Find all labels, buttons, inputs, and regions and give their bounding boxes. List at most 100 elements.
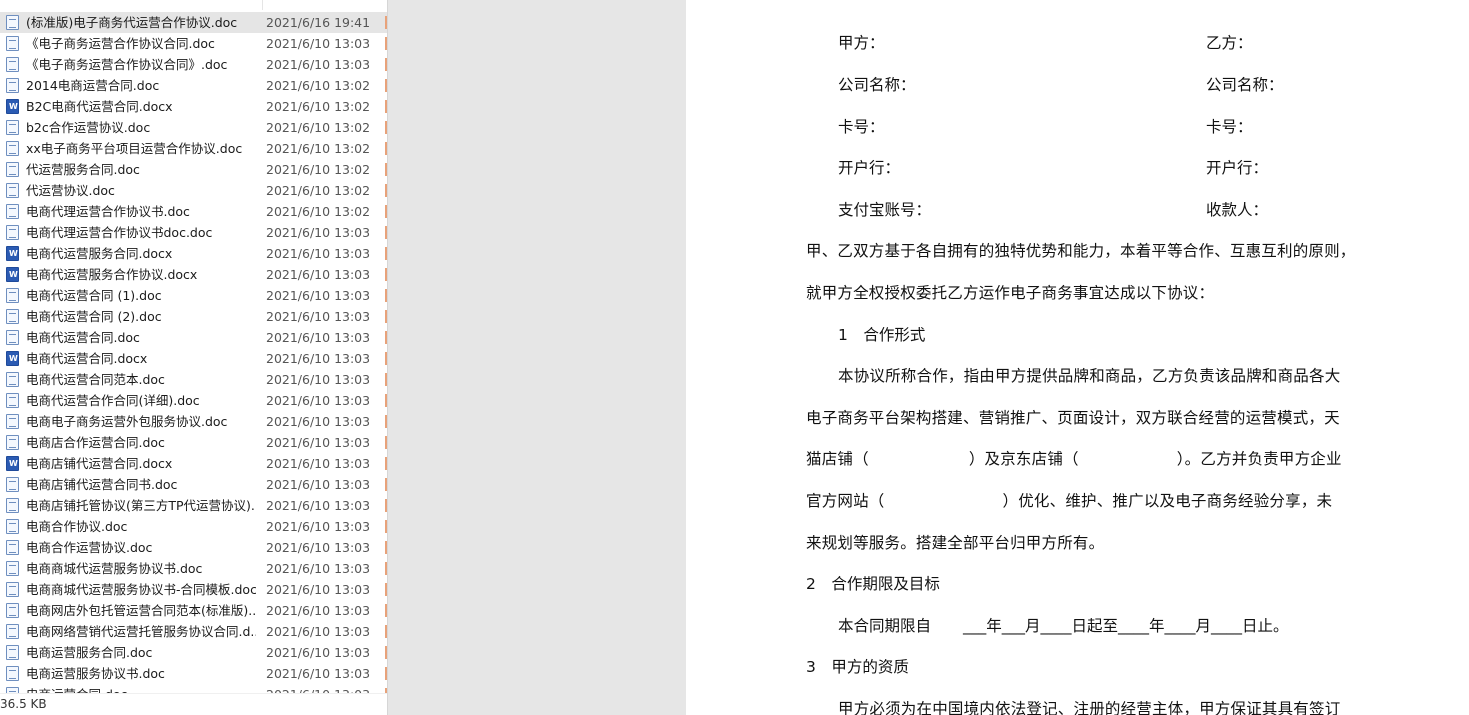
section-2-line-1: 本合同期限自 ___年___月____日起至____年____月____日止。 [838,616,1289,636]
file-name: 电商代运营合同 (2).doc [26,309,162,324]
file-row[interactable]: (标准版)电子商务代运营合作协议.doc 2021/6/16 19:41 [0,12,387,33]
file-modified-date: 2021/6/10 13:03 [266,57,371,72]
file-modified-date: 2021/6/10 13:03 [266,246,371,261]
file-modified-date: 2021/6/10 13:03 [266,456,371,471]
file-name: 电商运营服务合同.doc [26,645,153,660]
file-row[interactable]: 电商网店外包托管运营合同范本(标准版).... 2021/6/10 13:03 [0,600,387,621]
file-list-pane: (标准版)电子商务代运营合作协议.doc 2021/6/16 19:41 《电子商务… [0,0,387,715]
file-modified-date: 2021/6/10 13:03 [266,624,371,639]
file-row[interactable]: 电商运营合同.doc 2021/6/10 13:03 [0,684,387,693]
file-row[interactable]: 电商代运营服务合作协议.docx 2021/6/10 13:03 [0,264,387,285]
file-row[interactable]: 电商代运营合同.docx 2021/6/10 13:03 [0,348,387,369]
file-name: 电商店合作运营合同.doc [26,435,165,450]
file-row[interactable]: 电商商城代运营服务协议书.doc 2021/6/10 13:03 [0,558,387,579]
file-row[interactable]: 电商网络营销代运营托管服务协议合同.d... 2021/6/10 13:03 [0,621,387,642]
section-2-title: 2 合作期限及目标 [806,575,940,593]
file-name: 代运营服务合同.doc [26,162,140,177]
file-row[interactable]: 电商代运营合同 (2).doc 2021/6/10 13:03 [0,306,387,327]
alipay-label: 支付宝账号： [838,201,932,219]
file-name: 电商合作运营协议.doc [26,540,153,555]
file-row[interactable]: 电商电子商务运营外包服务协议.doc 2021/6/10 13:03 [0,411,387,432]
file-row[interactable]: 代运营协议.doc 2021/6/10 13:02 [0,180,387,201]
file-name: 2014电商运营合同.doc [26,78,160,93]
file-name: (标准版)电子商务代运营合作协议.doc [26,15,238,30]
intro-line-1: 甲、乙双方基于各自拥有的独特优势和能力，本着平等合作、互惠互利的原则， [806,242,1356,260]
file-modified-date: 2021/6/10 13:02 [266,141,371,156]
file-name: 电商代运营合同范本.doc [26,372,165,387]
file-row[interactable]: 电商合作运营协议.doc 2021/6/10 13:03 [0,537,387,558]
file-modified-date: 2021/6/10 13:03 [266,414,371,429]
word-doc-icon [6,624,19,639]
file-row[interactable]: 电商合作协议.doc 2021/6/10 13:03 [0,516,387,537]
payee-label: 收款人： [1206,201,1269,219]
file-modified-date: 2021/6/10 13:03 [266,36,371,51]
word-docx-icon [6,351,19,366]
file-list: (标准版)电子商务代运营合作协议.doc 2021/6/16 19:41 《电子商务… [0,12,387,693]
file-row[interactable]: 电商商城代运营服务协议书-合同模板.doc 2021/6/10 13:03 [0,579,387,600]
file-modified-date: 2021/6/10 13:03 [266,498,371,513]
file-name: 电商代运营合同 (1).doc [26,288,162,303]
file-modified-date: 2021/6/10 13:03 [266,267,371,282]
file-name: 电商网络营销代运营托管服务协议合同.d... [26,624,256,639]
file-row[interactable]: 电商代运营服务合同.docx 2021/6/10 13:03 [0,243,387,264]
file-row[interactable]: b2c合作运营协议.doc 2021/6/10 13:02 [0,117,387,138]
file-row[interactable]: 电商店合作运营合同.doc 2021/6/10 13:03 [0,432,387,453]
word-doc-icon [6,330,19,345]
file-name: B2C电商代运营合同.docx [26,99,173,114]
file-row[interactable]: 电商店铺代运营合同.docx 2021/6/10 13:03 [0,453,387,474]
preview-pane-background [387,0,686,715]
file-row[interactable]: 《电子商务运营合作协议合同.doc 2021/6/10 13:03 [0,33,387,54]
file-row[interactable]: 电商代运营合同范本.doc 2021/6/10 13:03 [0,369,387,390]
file-row[interactable]: 电商代理运营合作协议书.doc 2021/6/10 13:02 [0,201,387,222]
file-row[interactable]: xx电子商务平台项目运营合作协议.doc 2021/6/10 13:02 [0,138,387,159]
list-header-divider [0,0,387,12]
file-row[interactable]: 电商运营服务协议书.doc 2021/6/10 13:03 [0,663,387,684]
file-name: 代运营协议.doc [26,183,115,198]
section-1-line-3: 猫店铺（ ）及京东店铺（ ）。乙方并负责甲方企业 [806,449,1342,469]
file-row[interactable]: 电商店铺代运营合同书.doc 2021/6/10 13:03 [0,474,387,495]
word-doc-icon [6,498,19,513]
word-doc-icon [6,582,19,597]
file-row[interactable]: 代运营服务合同.doc 2021/6/10 13:02 [0,159,387,180]
word-doc-icon [6,15,19,30]
word-doc-icon [6,435,19,450]
file-modified-date: 2021/6/10 13:03 [266,435,371,450]
word-docx-icon [6,246,19,261]
file-name: 电商代理运营合作协议书doc.doc [26,225,213,240]
file-modified-date: 2021/6/10 13:02 [266,78,371,93]
file-row[interactable]: 电商代运营合作合同(详细).doc 2021/6/10 13:03 [0,390,387,411]
file-row[interactable]: 电商代理运营合作协议书doc.doc 2021/6/10 13:03 [0,222,387,243]
file-row[interactable]: 电商运营服务合同.doc 2021/6/10 13:03 [0,642,387,663]
document-preview-page[interactable]: 甲方： 乙方： 公司名称： 公司名称： 卡号： 卡号： 开户行： 开户行： 支付… [686,0,1469,715]
official-site-text: ）。乙方并负责甲方企业 [1176,450,1342,468]
file-row[interactable]: 电商代运营合同.doc 2021/6/10 13:03 [0,327,387,348]
company-a-label: 公司名称： [838,76,916,94]
word-doc-icon [6,57,19,72]
file-name: xx电子商务平台项目运营合作协议.doc [26,141,243,156]
word-doc-icon [6,78,19,93]
status-file-size: 36.5 KB [0,697,47,711]
file-name: 电商代运营合作合同(详细).doc [26,393,200,408]
file-modified-date: 2021/6/16 19:41 [266,15,371,30]
file-modified-date: 2021/6/10 13:03 [266,393,371,408]
file-row[interactable]: 2014电商运营合同.doc 2021/6/10 13:02 [0,75,387,96]
file-row[interactable]: B2C电商代运营合同.docx 2021/6/10 13:02 [0,96,387,117]
word-doc-icon [6,372,19,387]
word-docx-icon [6,99,19,114]
file-row[interactable]: 电商代运营合同 (1).doc 2021/6/10 13:03 [0,285,387,306]
file-modified-date: 2021/6/10 13:03 [266,666,371,681]
word-doc-icon [6,414,19,429]
bank-a-label: 开户行： [838,159,901,177]
word-doc-icon [6,141,19,156]
file-modified-date: 2021/6/10 13:03 [266,372,371,387]
file-modified-date: 2021/6/10 13:03 [266,561,371,576]
file-row[interactable]: 《电子商务运营合作协议合同》.doc 2021/6/10 13:03 [0,54,387,75]
file-name: 电商店铺托管协议(第三方TP代运营协议).... [26,498,256,513]
file-row[interactable]: 电商店铺托管协议(第三方TP代运营协议).... 2021/6/10 13:03 [0,495,387,516]
section-3-title: 3 甲方的资质 [806,658,909,676]
file-name: 电商代理运营合作协议书.doc [26,204,190,219]
file-name: 电商商城代运营服务协议书.doc [26,561,203,576]
word-doc-icon [6,540,19,555]
jd-store-text: ）及京东店铺（ [968,450,1079,468]
file-name: 电商运营合同.doc [26,686,256,693]
